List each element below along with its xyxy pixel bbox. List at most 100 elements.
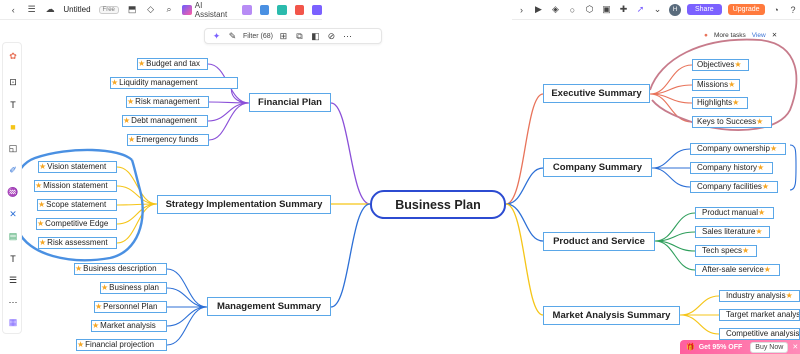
buy-now-button[interactable]: Buy Now: [750, 341, 789, 353]
ai-assistant-button[interactable]: AI Assistant: [182, 1, 234, 19]
leaf-node[interactable]: Target market analysis★: [719, 309, 800, 321]
frame-icon[interactable]: ⊡: [7, 77, 19, 88]
leaf-node[interactable]: ★ Scope statement: [37, 199, 117, 211]
leaf-node[interactable]: ★ Financial projection: [76, 339, 167, 351]
more-tasks-label: More tasks: [713, 31, 746, 39]
view-tasks-link[interactable]: View: [752, 32, 766, 39]
branch-market-analysis[interactable]: Market Analysis Summary: [543, 306, 680, 325]
notification-icon[interactable]: ◔: [771, 4, 782, 15]
leaf-node[interactable]: ★ Mission statement: [34, 180, 117, 192]
help-icon[interactable]: ?: [788, 4, 799, 15]
branch-company-summary[interactable]: Company Summary: [543, 158, 652, 177]
sticky-note-icon[interactable]: ■: [7, 121, 19, 132]
leaf-node[interactable]: ★ Business description: [74, 263, 167, 275]
leaf-node[interactable]: ★ Personnel Plan: [94, 301, 167, 313]
leaf-node[interactable]: After-sale service ★: [695, 264, 780, 276]
leaf-node[interactable]: Company history ★: [690, 162, 773, 174]
cursor-icon[interactable]: ➚: [635, 4, 646, 15]
template-icon[interactable]: ✿: [7, 51, 19, 62]
plugin-icon-4[interactable]: [294, 4, 305, 15]
plugin-icon-3[interactable]: [277, 4, 287, 15]
leaf-node[interactable]: Missions ★: [692, 79, 740, 91]
text-icon[interactable]: T: [7, 99, 19, 110]
plan-badge: Free: [98, 5, 119, 14]
layout-icon[interactable]: ⊞: [278, 31, 289, 42]
plugin-icon-2[interactable]: [259, 4, 270, 15]
leaf-node[interactable]: ★ Business plan: [100, 282, 167, 294]
close-promo-icon[interactable]: ✕: [792, 343, 798, 351]
back-icon[interactable]: ‹: [8, 4, 18, 15]
star-icon: ★: [127, 97, 135, 106]
ai-sparkle-icon[interactable]: ✦: [211, 31, 222, 42]
export-icon[interactable]: ⬡: [584, 4, 595, 15]
leaf-node[interactable]: Objectives ★: [692, 59, 749, 71]
menu-icon[interactable]: ☰: [26, 4, 36, 15]
document-title[interactable]: Untitled: [63, 5, 90, 14]
plugin-icon-1[interactable]: [242, 4, 252, 15]
plugin-icon-5[interactable]: [312, 4, 322, 15]
star-icon: ★: [111, 78, 119, 87]
star-icon: ★: [35, 181, 43, 190]
gift-promo-icon: 🎁: [686, 344, 695, 351]
more-tools-icon[interactable]: ⋯: [7, 297, 19, 308]
leaf-node[interactable]: ★ Budget and tax: [137, 58, 208, 70]
upgrade-button[interactable]: Upgrade: [727, 4, 765, 15]
leaf-node[interactable]: Highlights ★: [692, 97, 748, 109]
collapse-icon[interactable]: ›: [516, 4, 527, 15]
apps-icon[interactable]: ▦: [7, 317, 19, 328]
style-icon[interactable]: ◧: [310, 31, 321, 42]
table-icon[interactable]: ▤: [7, 231, 19, 242]
brush-icon[interactable]: ✎: [227, 31, 238, 42]
leaf-node[interactable]: Competitive analysis★: [719, 328, 800, 340]
leaf-node[interactable]: ★ Market analysis: [91, 320, 167, 332]
link-icon[interactable]: ⊘: [326, 31, 337, 42]
leaf-node[interactable]: ★ Vision statement: [38, 161, 117, 173]
branch-management-summary[interactable]: Management Summary: [207, 297, 331, 316]
shape-icon[interactable]: ◱: [7, 143, 19, 154]
leaf-node[interactable]: Keys to Success ★: [692, 116, 772, 128]
chevron-down-icon[interactable]: ⌄: [652, 4, 663, 15]
highlighter-icon[interactable]: ♒: [7, 187, 19, 198]
star-icon: ★: [95, 302, 103, 311]
leaf-node[interactable]: ★ Emergency funds: [127, 134, 209, 146]
leaf-node[interactable]: ★ Liquidity management: [110, 77, 238, 89]
text-tool-icon[interactable]: T: [7, 253, 19, 264]
leaf-node[interactable]: Company facilities ★: [690, 181, 778, 193]
cloud-icon: ☁: [45, 4, 55, 14]
avatar[interactable]: H: [669, 3, 681, 16]
relayout-icon[interactable]: ⧉: [294, 31, 305, 42]
close-icon[interactable]: ✕: [772, 31, 777, 39]
more-icon[interactable]: ⋯: [342, 31, 353, 42]
leaf-node[interactable]: ★ Debt management: [122, 115, 208, 127]
layers-icon[interactable]: ◈: [550, 4, 561, 15]
leaf-node[interactable]: Industry analysis ★: [719, 290, 800, 302]
branch-financial-plan[interactable]: Financial Plan: [249, 93, 331, 112]
connector-icon[interactable]: ✕: [7, 209, 19, 220]
leaf-node[interactable]: Product manual ★: [695, 207, 774, 219]
branch-product-service[interactable]: Product and Service: [543, 232, 655, 251]
star-icon: ★: [732, 98, 740, 107]
branch-strategy-implementation[interactable]: Strategy Implementation Summary: [157, 195, 331, 214]
tag-icon[interactable]: ◇: [145, 4, 155, 15]
save-icon[interactable]: ⬒: [127, 4, 137, 15]
leaf-node[interactable]: ★ Risk assessment: [38, 237, 117, 249]
leaf-node[interactable]: Company ownership ★: [690, 143, 786, 155]
search-icon[interactable]: ⌕: [164, 4, 174, 15]
leaf-node[interactable]: ★ Risk management: [126, 96, 209, 108]
gift-icon[interactable]: ✚: [618, 4, 629, 15]
star-icon: ★: [758, 208, 766, 217]
leaf-node[interactable]: ★ Competitive Edge: [36, 218, 117, 230]
star-icon: ★: [755, 227, 763, 236]
branch-executive-summary[interactable]: Executive Summary: [543, 84, 650, 103]
list-icon[interactable]: ☰: [7, 275, 19, 286]
leaf-node[interactable]: Tech specs ★: [695, 245, 757, 257]
comment-icon[interactable]: ○: [567, 4, 578, 15]
star-icon: ★: [734, 60, 742, 69]
play-icon[interactable]: ▶: [533, 4, 544, 15]
image-icon[interactable]: ▣: [601, 4, 612, 15]
root-node[interactable]: Business Plan: [370, 190, 506, 219]
share-button[interactable]: Share: [687, 4, 722, 15]
filter-button[interactable]: Filter (68): [243, 33, 273, 40]
leaf-node[interactable]: Sales literature ★: [695, 226, 770, 238]
pen-icon[interactable]: ✐: [7, 165, 19, 176]
